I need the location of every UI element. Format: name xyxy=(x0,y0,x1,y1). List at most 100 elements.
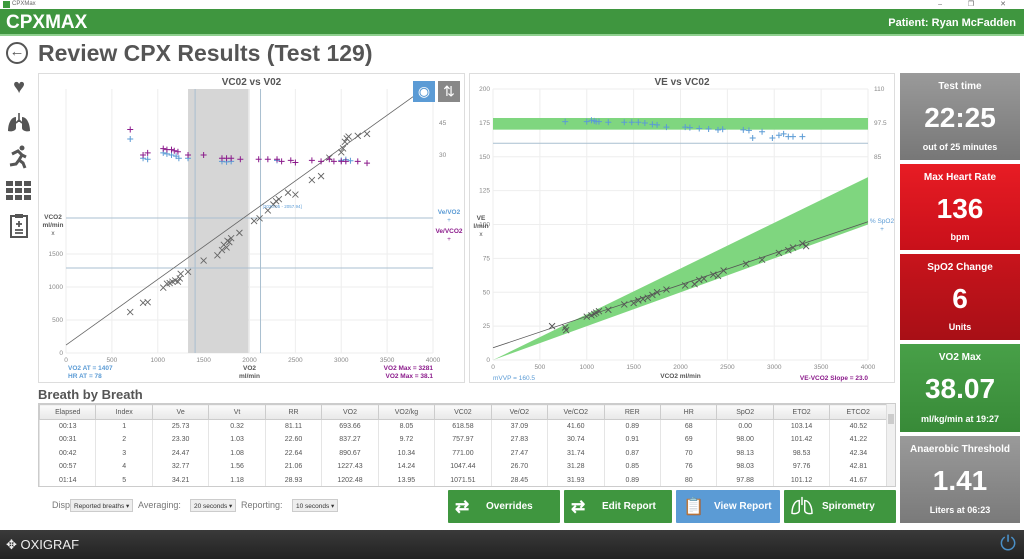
legend-ve-vo2-marker: + xyxy=(447,217,451,224)
view-report-button[interactable]: 📋 View Report xyxy=(676,490,780,523)
column-header[interactable]: Elapsed xyxy=(39,404,97,420)
y-axis-marker: x xyxy=(51,230,55,237)
table-cell: 10.34 xyxy=(377,446,435,460)
reporting-select[interactable]: 10 seconds ▾ xyxy=(292,499,339,512)
ve-vco2-point xyxy=(168,146,175,153)
column-header[interactable]: Ve/O2 xyxy=(490,404,549,420)
table-cell: 28.45 xyxy=(490,473,548,486)
vo2-max-label: VO2 Max = 3281 xyxy=(384,365,434,372)
power-icon[interactable]: ⏻ xyxy=(1000,533,1016,556)
card-test-time: Test time 22:25 out of 25 minutes xyxy=(900,73,1020,160)
table-cell: 14.24 xyxy=(377,460,435,474)
grid-icon[interactable] xyxy=(6,181,32,203)
spirometry-button[interactable]: Spirometry xyxy=(784,490,896,523)
ve-vo2-point xyxy=(127,136,134,143)
back-arrow-icon[interactable]: ← xyxy=(6,42,28,64)
x-tick-label: 2500 xyxy=(288,357,303,364)
table-scrollbar[interactable] xyxy=(886,404,895,486)
ve-vco2-point xyxy=(160,145,167,152)
x-tick-label: 0 xyxy=(64,357,68,364)
card-max-heart-rate: Max Heart Rate 136 bpm xyxy=(900,164,1020,250)
table-row[interactable]: 01:14 5 34.21 1.18 28.93 1202.48 13.95 1071.51 2… xyxy=(39,473,887,486)
table-row[interactable]: 00:13 1 25.73 0.32 81.11 693.66 8.05 618.58 37.0… xyxy=(39,419,887,433)
legend-ve-vco2: Ve/VCO2 xyxy=(435,228,462,235)
brand-logo: CPXMAX xyxy=(6,12,88,33)
y-axis-unit: l/min xyxy=(473,223,488,230)
y-tick-label: 1000 xyxy=(49,284,64,291)
overrides-button[interactable]: ⇄ Overrides xyxy=(448,490,560,523)
card-title: VO2 Max xyxy=(938,352,982,363)
spo2-band xyxy=(493,117,868,130)
swap-arrows-icon: ⇄ xyxy=(571,497,586,516)
column-header[interactable]: ETCO2 xyxy=(829,404,887,420)
column-header[interactable]: SpO2 xyxy=(716,404,774,420)
legend-spo2: % SpO2 xyxy=(870,218,895,225)
table-cell: 41.22 xyxy=(829,433,887,447)
range-label: [2020.05 - 2057.94] xyxy=(263,204,302,209)
target-button[interactable]: ◉ xyxy=(413,81,435,102)
scroll-thumb[interactable] xyxy=(888,414,894,424)
edit-report-button[interactable]: ⇄ Edit Report xyxy=(564,490,672,523)
swap-axes-button[interactable]: ⇅ xyxy=(438,81,460,102)
table-cell: 0.87 xyxy=(603,446,661,460)
averaging-select[interactable]: 20 seconds ▾ xyxy=(190,499,237,512)
table-cell: 00:13 xyxy=(39,419,96,433)
table-cell: 1.18 xyxy=(208,473,266,486)
column-header[interactable]: HR xyxy=(659,404,718,420)
legend-ve-vo2: Ve/VO2 xyxy=(438,209,461,216)
table-cell: 890.67 xyxy=(321,446,379,460)
table-cell: 0.89 xyxy=(603,473,661,486)
table-cell: 0.85 xyxy=(603,460,661,474)
column-header[interactable]: Ve xyxy=(151,404,210,420)
column-header[interactable]: Index xyxy=(95,404,153,420)
page-title: Review CPX Results (Test 129) xyxy=(38,40,373,66)
runner-icon[interactable] xyxy=(6,145,32,169)
y-tick-label: 50 xyxy=(483,289,491,296)
ve-vo2-point xyxy=(168,152,175,158)
table-cell: 30.74 xyxy=(547,433,605,447)
vco2-point xyxy=(317,172,325,180)
column-header[interactable]: VC02 xyxy=(434,404,492,420)
legend-ve-vco2-marker: + xyxy=(447,236,451,243)
y2-tick-label: 45 xyxy=(439,120,447,127)
window-controls[interactable]: – ❐ ✕ xyxy=(938,0,1018,8)
vco2-vs-vo2-chart: 0 500 1000 1500 2000 2500 3000 3500 4000 0 500 1000… xyxy=(38,73,465,383)
y-tick-label: 500 xyxy=(52,317,63,324)
heart-icon[interactable]: ♥ xyxy=(6,76,32,98)
table-row[interactable]: 00:57 4 32.77 1.56 21.06 1227.43 14.24 1047.44 2… xyxy=(39,460,887,474)
table-cell: 4 xyxy=(95,460,153,474)
table-cell: 26.70 xyxy=(490,460,548,474)
table-cell: 2 xyxy=(95,433,153,447)
table-cell: 1 xyxy=(95,419,153,433)
table-cell: 31.28 xyxy=(547,460,605,474)
y-tick-label: 75 xyxy=(483,255,491,262)
table-cell: 1227.43 xyxy=(321,460,379,474)
logo-text: OXIGRAF xyxy=(20,537,80,552)
card-vo2-max: VO2 Max 38.07 ml/kg/min at 19:27 xyxy=(900,344,1020,432)
column-header[interactable]: Vt xyxy=(208,404,266,420)
hr-at-label: HR AT = 78 xyxy=(68,373,102,380)
x-tick-label: 1000 xyxy=(580,364,595,371)
up-down-arrows-icon: ⇅ xyxy=(443,83,455,99)
slope-label: VE-VCO2 Slope = 23.0 xyxy=(800,375,868,382)
card-anaerobic-threshold: Anaerobic Threshold 1.41 Liters at 06:23 xyxy=(900,436,1020,523)
clipboard-plus-icon[interactable] xyxy=(6,213,32,239)
table-cell: 21.06 xyxy=(264,460,322,474)
card-spo2-change: SpO2 Change 6 Units xyxy=(900,254,1020,340)
ve-vs-vco2-plot: 0 500 1000 1500 2000 2500 3000 3500 4000 0 25 50 75 1… xyxy=(473,86,895,382)
table-cell: 80 xyxy=(659,473,717,486)
display-select[interactable]: Reported breaths ▾ xyxy=(70,499,134,512)
column-header[interactable]: Ve/CO2 xyxy=(547,404,605,420)
x-tick-label: 3000 xyxy=(334,357,349,364)
column-header[interactable]: RER xyxy=(603,404,661,420)
x-tick-label: 500 xyxy=(534,364,545,371)
vco2-point xyxy=(250,217,258,225)
table-cell: 101.42 xyxy=(772,433,830,447)
column-header[interactable]: VO2 xyxy=(321,404,379,420)
column-header[interactable]: ETO2 xyxy=(772,404,831,420)
table-row[interactable]: 00:42 3 24.47 1.08 22.64 890.67 10.34 771.00 27.… xyxy=(39,446,887,460)
column-header[interactable]: VO2/kg xyxy=(377,404,436,420)
table-row[interactable]: 00:31 2 23.30 1.03 22.60 837.27 9.72 757.97 27.8… xyxy=(39,433,887,447)
lungs-icon[interactable] xyxy=(6,112,32,134)
column-header[interactable]: RR xyxy=(264,404,323,420)
